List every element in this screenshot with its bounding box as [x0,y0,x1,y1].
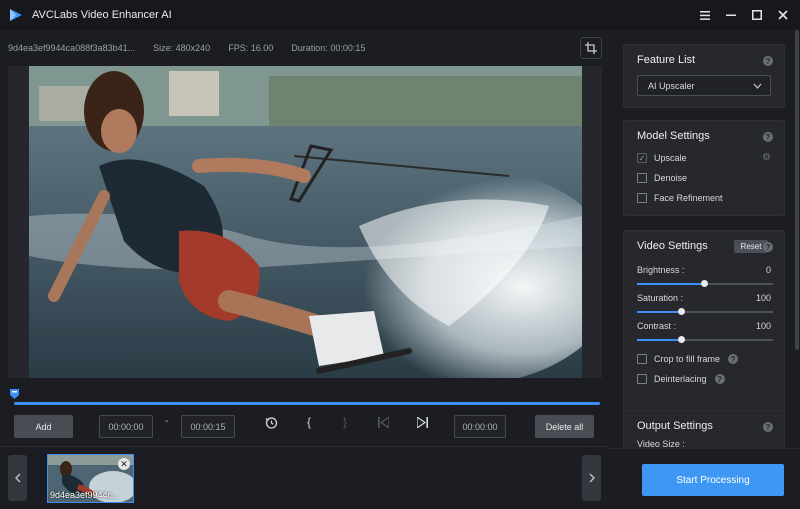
hamburger-icon[interactable] [696,6,714,24]
chevron-left-icon[interactable] [8,455,27,501]
feature-select-value: AI Upscaler [648,80,695,91]
timeline-track[interactable] [14,402,600,405]
help-icon[interactable]: ? [763,242,773,252]
add-button[interactable]: Add [14,415,73,438]
video-info-bar: 9d4ea3ef9944ca088f3a83b41... Size: 480x2… [0,30,610,66]
title-bar: AVCLabs Video Enhancer AI [0,0,800,30]
brightness-slider[interactable] [637,280,773,287]
app-logo-icon [10,9,22,21]
crop-icon[interactable] [580,37,602,59]
start-processing-button[interactable]: Start Processing [642,464,784,496]
model-settings-title: Model Settings [637,130,710,142]
crop-to-fill-option[interactable]: Crop to fill frame ? [637,352,739,366]
skip-back-icon[interactable] [376,415,390,429]
window-controls [696,0,792,30]
timeline[interactable] [8,386,602,408]
brightness-slider-fill [637,283,705,285]
playback-controls: Add 00:00:00 - 00:00:15 { } 00:00:00 Del… [0,410,610,444]
contrast-slider-knob[interactable] [678,336,685,343]
feature-list-title: Feature List [637,54,696,66]
remove-thumbnail-icon[interactable]: ✕ [118,458,130,470]
fps-value: 16.00 [250,43,274,53]
help-icon[interactable]: ? [728,354,739,364]
help-icon[interactable]: ? [763,56,773,66]
saturation-slider-fill [637,311,682,313]
upscale-checkbox[interactable]: ✓ [637,153,647,163]
size-value: 480x240 [175,43,211,53]
feature-list-section: Feature List ? AI Upscaler [623,44,785,108]
mark-in-icon[interactable]: { [302,415,316,429]
crop-to-fill-label: Crop to fill frame [654,354,721,364]
time-separator: - [165,416,169,427]
timeline-handle-icon[interactable] [10,389,19,399]
minimize-icon[interactable] [722,6,740,24]
contrast-slider-fill [637,339,682,341]
chevron-right-icon[interactable] [582,455,601,501]
denoise-label: Denoise [654,173,688,183]
brightness-slider-knob[interactable] [701,280,708,287]
crop-to-fill-checkbox[interactable] [637,354,647,364]
skip-forward-icon[interactable] [415,415,429,429]
video-frame-image [29,66,582,378]
help-icon[interactable]: ? [763,422,773,432]
feature-select[interactable]: AI Upscaler [637,75,771,96]
upscale-option[interactable]: ✓ Upscale [637,151,687,165]
face-refinement-option[interactable]: Face Refinement [637,191,723,205]
thumbnail-bar: ✕ 9d4ea3ef9944c... [0,446,610,509]
reset-time-icon[interactable] [264,415,278,429]
face-refinement-checkbox[interactable] [637,193,647,203]
video-settings-section: Video Settings Reset ? Brightness : 0 Sa… [623,230,785,426]
contrast-value: 100 [755,321,771,331]
gear-icon[interactable]: ⚙ [762,152,771,163]
output-settings-title: Output Settings [637,420,713,432]
file-name: 9d4ea3ef9944ca088f3a83b41... [8,43,136,53]
fps-info: FPS: 16.00 [228,43,274,53]
close-icon[interactable] [774,6,792,24]
start-time-field[interactable]: 00:00:00 [99,415,153,438]
video-thumbnail[interactable]: ✕ 9d4ea3ef9944c... [47,454,134,503]
duration-value: 00:00:15 [330,43,366,53]
current-time-field[interactable]: 00:00:00 [454,415,506,438]
video-settings-title: Video Settings [637,240,708,252]
size-info: Size: 480x240 [153,43,211,53]
duration-info: Duration: 00:00:15 [291,43,366,53]
deinterlacing-checkbox[interactable] [637,374,647,384]
end-time-field[interactable]: 00:00:15 [181,415,235,438]
maximize-icon[interactable] [748,6,766,24]
contrast-label: Contrast : [637,321,677,331]
face-refinement-label: Face Refinement [654,193,723,203]
video-preview-area [8,66,602,378]
saturation-value: 100 [755,293,771,303]
contrast-slider[interactable] [637,336,773,343]
help-icon[interactable]: ? [714,374,725,384]
deinterlacing-label: Deinterlacing [654,374,707,384]
model-settings-section: Model Settings ? ✓ Upscale ⚙ Denoise Fac… [623,120,785,216]
brightness-label: Brightness : [637,265,685,275]
saturation-slider[interactable] [637,308,773,315]
settings-panel: Feature List ? AI Upscaler Model Setting… [610,30,800,509]
brightness-value: 0 [765,265,771,275]
thumbnail-name: 9d4ea3ef9944c... [50,490,120,500]
mark-out-icon[interactable]: } [338,415,352,429]
upscale-label: Upscale [654,153,687,163]
panel-scrollbar[interactable] [795,30,799,350]
video-frame[interactable] [29,66,582,378]
app-title: AVCLabs Video Enhancer AI [32,9,172,21]
deinterlacing-option[interactable]: Deinterlacing ? [637,372,725,386]
delete-all-button[interactable]: Delete all [535,415,594,438]
denoise-checkbox[interactable] [637,173,647,183]
help-icon[interactable]: ? [763,132,773,142]
chevron-down-icon [753,81,762,91]
saturation-label: Saturation : [637,293,684,303]
denoise-option[interactable]: Denoise [637,171,687,185]
saturation-slider-knob[interactable] [678,308,685,315]
